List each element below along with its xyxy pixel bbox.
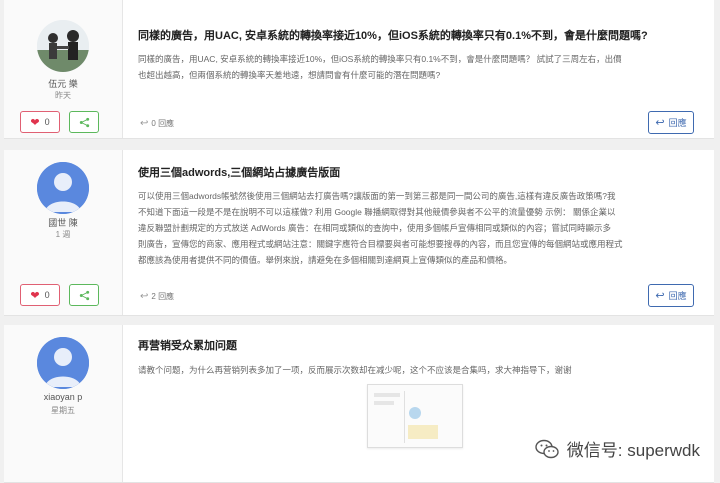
post-time: 昨天 — [55, 91, 71, 100]
thumb-line — [374, 393, 400, 397]
body-line: 可以使用三個adwords帳號然後使用三個網站去打廣告嗎?讓版面的第一到第三都是… — [138, 191, 616, 201]
reply-button-label: 回應 — [668, 291, 687, 301]
author-panel: 伍元 樂 昨天 ❤ 0 — [4, 0, 123, 138]
user-avatar-icon — [37, 162, 89, 214]
author-name[interactable]: 國世 陳 — [4, 216, 122, 229]
watermark-text: 微信号: superwdk — [566, 441, 700, 460]
reply-arrow-icon: ↩ — [140, 118, 149, 129]
author-avatar[interactable] — [37, 337, 89, 389]
reply-button[interactable]: ↩ 回應 — [648, 111, 694, 134]
like-count: 0 — [44, 290, 50, 300]
post-content: 同樣的廣告，用UAC, 安卓系統的轉換率接近10%，但iOS系統的轉換率只有0.… — [138, 0, 700, 138]
attached-screenshot-thumbnail[interactable] — [367, 384, 463, 448]
share-button[interactable] — [69, 111, 99, 133]
thumb-note — [408, 425, 438, 439]
body-line: 違反聯盟計劃規定的方式放送 AdWords 廣告：在相同或類似的查詢中，使用多個… — [138, 223, 612, 233]
share-icon — [79, 290, 89, 300]
post-body: 同樣的廣告，用UAC, 安卓系統的轉換率接近10%，但iOS系統的轉換率只有0.… — [138, 51, 700, 83]
thumb-circle — [409, 407, 421, 419]
photo-avatar-image — [37, 20, 89, 72]
heart-icon: ❤ — [30, 289, 40, 302]
body-line: 都應該為使用者提供不同的價值。舉例來說，請避免在多個相關到達網頁上宣傳類似的產品… — [138, 255, 513, 265]
post-card: 伍元 樂 昨天 ❤ 0 同樣的廣告，用UAC, 安卓系統的轉換率接近10%，但i… — [4, 0, 714, 139]
reply-count-label: 2 回應 — [151, 292, 175, 301]
reply-arrow-icon: ↩ — [655, 290, 665, 302]
body-line: 请教个问题，为什么再营销列表多加了一项，反而展示次数却在减少呢，这个不应该是合集… — [138, 365, 572, 375]
wechat-icon — [535, 439, 559, 458]
author-name[interactable]: xiaoyan p — [4, 392, 122, 402]
wechat-watermark: 微信号: superwdk — [535, 436, 700, 461]
post-title[interactable]: 再营销受众累加问题 — [138, 337, 700, 353]
thumb-line — [374, 401, 394, 405]
reply-count[interactable]: ↩ 2 回應 — [140, 291, 174, 302]
author-avatar[interactable] — [37, 20, 89, 72]
like-count: 0 — [44, 117, 50, 127]
like-button[interactable]: ❤ 0 — [20, 111, 60, 133]
post-card: 國世 陳 1 週 ❤ 0 使用三個adwords,三個網站占據廣告版面 可以使用… — [4, 150, 714, 316]
post-body: 请教个问题，为什么再营销列表多加了一项，反而展示次数却在减少呢，这个不应该是合集… — [138, 362, 700, 378]
post-content: 使用三個adwords,三個網站占據廣告版面 可以使用三個adwords帳號然後… — [138, 150, 700, 315]
author-avatar[interactable] — [37, 162, 89, 214]
like-button[interactable]: ❤ 0 — [20, 284, 60, 306]
post-actions: ❤ 0 — [20, 284, 104, 308]
reply-arrow-icon: ↩ — [655, 117, 665, 129]
reply-arrow-icon: ↩ — [140, 291, 149, 302]
body-line: 也超出越高，但兩個系統的轉換率天差地遠，想請問會有什麼可能的潛在問題嗎? — [138, 70, 441, 80]
thumb-divider — [404, 391, 405, 443]
user-avatar-icon — [37, 337, 89, 389]
post-time: 1 週 — [55, 230, 71, 239]
reply-button[interactable]: ↩ 回應 — [648, 284, 694, 307]
share-button[interactable] — [69, 284, 99, 306]
body-line: 同樣的廣告，用UAC, 安卓系統的轉換率接近10%，但iOS系統的轉換率只有0.… — [138, 54, 622, 64]
post-body: 可以使用三個adwords帳號然後使用三個網站去打廣告嗎?讓版面的第一到第三都是… — [138, 188, 700, 268]
heart-icon: ❤ — [30, 116, 40, 129]
post-actions: ❤ 0 — [20, 111, 104, 135]
reply-count[interactable]: ↩ 0 回應 — [140, 118, 174, 129]
reply-count-label: 0 回應 — [151, 119, 175, 128]
post-title[interactable]: 同樣的廣告，用UAC, 安卓系統的轉換率接近10%，但iOS系統的轉換率只有0.… — [138, 27, 700, 43]
share-icon — [79, 117, 89, 127]
question-feed: 伍元 樂 昨天 ❤ 0 同樣的廣告，用UAC, 安卓系統的轉換率接近10%，但i… — [0, 0, 720, 483]
body-line: 不知道下面這一段是不是在說明不可以這樣做? 利用 Google 聯播網取得對其他… — [138, 207, 616, 217]
post-time: 星期五 — [51, 406, 75, 415]
body-line: 則廣告，宣傳您的商家、應用程式或網站注意：關鍵字應符合目標要與者可能想要搜尋的內… — [138, 239, 623, 249]
author-name[interactable]: 伍元 樂 — [4, 77, 122, 90]
post-title[interactable]: 使用三個adwords,三個網站占據廣告版面 — [138, 164, 700, 180]
author-panel: 國世 陳 1 週 ❤ 0 — [4, 150, 123, 315]
author-panel: xiaoyan p 星期五 — [4, 325, 123, 482]
reply-button-label: 回應 — [668, 118, 687, 128]
